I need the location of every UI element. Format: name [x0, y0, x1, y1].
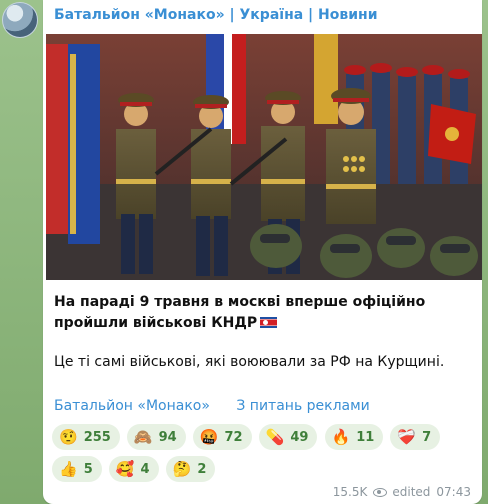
view-count: 15.5K	[332, 485, 368, 499]
message-time: 07:43	[436, 485, 471, 499]
reaction-thumbs-up[interactable]: 👍 5	[52, 456, 102, 482]
thumbs-up-icon: 👍	[59, 459, 78, 478]
channel-name[interactable]: Батальйон «Монако» | Україна | Новини	[54, 7, 378, 23]
post-title-text: На параді 9 травня в москві вперше офіці…	[54, 294, 426, 331]
message-bubble: Батальйон «Монако» | Україна | Новини На…	[43, 0, 482, 504]
reaction-broken-heart[interactable]: ❤️‍🩹 7	[390, 424, 441, 450]
north-korea-flag-icon	[260, 317, 278, 328]
post-links: Батальйон «Монако» З питань реклами	[54, 398, 370, 414]
post-title: На параді 9 травня в москві вперше офіці…	[54, 292, 464, 334]
reaction-count: 72	[224, 429, 243, 445]
reaction-hearts-face[interactable]: 🥰 4	[108, 456, 159, 482]
post-body: Це ті самі військові, які воюювали за РФ…	[54, 354, 445, 370]
reaction-thinking[interactable]: 🤨 255	[52, 424, 120, 450]
reaction-count: 7	[422, 429, 432, 445]
see-no-evil-monkey-icon: 🙈	[133, 427, 153, 446]
reaction-pill[interactable]: 💊 49	[258, 424, 318, 450]
thinking-icon: 🤔	[172, 459, 192, 478]
ads-link[interactable]: З питань реклами	[236, 398, 369, 414]
reaction-count: 2	[197, 461, 207, 477]
post-photo[interactable]	[46, 34, 482, 280]
reaction-count: 255	[83, 429, 111, 445]
hearts-face-icon: 🥰	[115, 459, 135, 478]
reaction-count: 49	[290, 429, 309, 445]
channel-avatar[interactable]	[2, 2, 38, 38]
reaction-count: 11	[356, 429, 375, 445]
reaction-fire[interactable]: 🔥 11	[324, 424, 384, 450]
pill-icon: 💊	[265, 427, 285, 446]
edited-label: edited	[392, 485, 431, 499]
thinking-face-icon: 🤨	[59, 427, 78, 446]
fire-icon: 🔥	[331, 427, 351, 446]
eye-icon	[373, 487, 388, 497]
reaction-count: 4	[140, 461, 150, 477]
message-meta: 15.5K edited 07:43	[333, 485, 471, 499]
angry-face-icon: 🤬	[199, 427, 219, 446]
reaction-monkey[interactable]: 🙈 94	[126, 424, 186, 450]
channel-link[interactable]: Батальйон «Монако»	[54, 398, 210, 414]
parade-photo-illustration	[46, 34, 482, 280]
reactions-bar: 🤨 255 🙈 94 🤬 72 💊 49 🔥 11 ❤️‍🩹 7 👍 5 🥰 4 🤔 2	[52, 424, 472, 488]
reaction-count: 5	[83, 461, 93, 477]
reaction-thinking-2[interactable]: 🤔 2	[165, 456, 216, 482]
broken-heart-icon: ❤️‍🩹	[397, 427, 417, 446]
reaction-angry[interactable]: 🤬 72	[192, 424, 252, 450]
reaction-count: 94	[158, 429, 177, 445]
